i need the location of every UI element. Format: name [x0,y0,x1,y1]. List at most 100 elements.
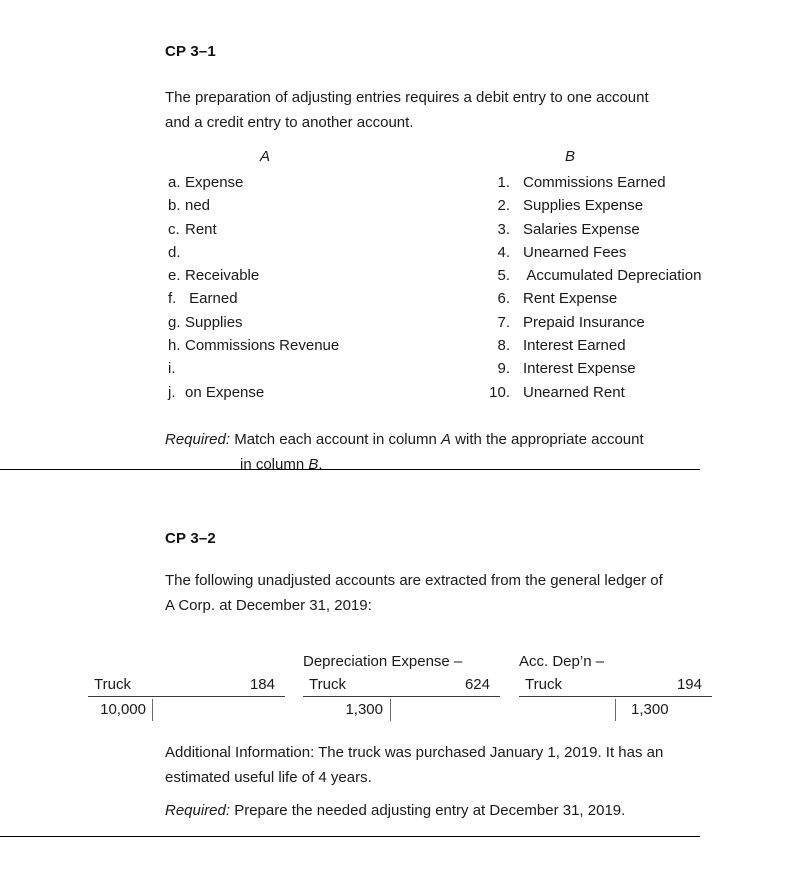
list-item: b. ned [168,194,339,217]
additional-information-cp-3-2: Additional Information: The truck was pu… [165,744,664,786]
required-note-cp-3-1: Required: Match each account in column A… [165,427,710,452]
list-item-label: Rent [185,220,217,238]
list-item: 5. Accumulated Depreciation [472,264,701,287]
list-item: 1. Commissions Earned [472,171,701,194]
t-account-header: Truck 194 [519,673,712,697]
list-item-marker: 4. [497,243,510,261]
column-b-list: 1. Commissions Earned 2. Supplies Expense … [472,171,701,404]
section-divider-2 [0,836,700,837]
column-a-header: A [260,148,271,165]
list-item: a. Expense [168,171,339,194]
list-item-label: Unearned Fees [523,243,627,261]
list-item: i. [168,357,339,380]
t-account-center-divider [152,699,153,721]
column-a-list: a. Expense b. ned c. Rent d. e. Receivable f… [168,171,339,404]
document-page: CP 3–1 The preparation of adjusting entr… [0,0,797,873]
problem-intro-cp-3-1: The preparation of adjusting entries req… [165,89,649,131]
list-item-label: Commissions Earned [523,174,666,191]
required-column-b-ref: B [308,456,319,473]
t-account-debit-amount: 1,300 [345,701,383,718]
t-account-debit-amount: 10,000 [100,701,146,718]
list-item-marker: 5. [497,267,510,285]
list-item-label: ned [185,197,211,215]
list-item: c. Rent [168,218,339,241]
t-account-accumulated-depreciation-truck: Acc. Dep’n – Truck 194 1,300 [519,650,712,723]
list-item-label: Prepaid Insurance [523,313,645,331]
list-item-marker: a. [168,174,181,191]
list-item-marker: 9. [497,360,510,378]
list-item-marker: i. [168,360,176,378]
list-item-marker: g. [168,313,181,331]
list-item: 7. Prepaid Insurance [472,311,701,334]
list-item-marker: 8. [497,337,510,355]
list-item: 2. Supplies Expense [472,194,701,217]
list-item: 6. Rent Expense [472,287,701,310]
list-item-marker: 2. [497,197,510,215]
column-b-header: B [565,148,576,165]
list-item-label: Rent Expense [523,290,618,308]
list-item-marker: e. [168,267,181,285]
required-column-a-ref: A [441,431,452,448]
required-label: Required: [165,431,231,448]
required-note-cp-3-1-line2: in column B. [240,452,323,477]
list-item-marker: 6. [497,290,510,308]
problem-intro-cp-3-2: The following unadjusted accounts are ex… [165,572,663,614]
list-item-label: Supplies Expense [523,197,644,215]
t-account-body: 10,000 [88,697,285,723]
list-item: 8. Interest Earned [472,334,701,357]
t-account-number: 194 [676,676,702,693]
list-item: 9. Interest Expense [472,357,701,380]
required-text-part1: Match each account in column [230,431,441,448]
problem-title-cp-3-2: CP 3–2 [165,530,216,547]
t-account-title: Depreciation Expense – [303,653,463,670]
list-item-label: Earned [185,290,238,308]
t-account-header: Truck 624 [303,673,500,697]
list-item: g. Supplies [168,311,339,334]
required-text-part3: in column [240,456,309,473]
list-item-label: Supplies [185,313,243,331]
list-item-label: Salaries Expense [523,220,640,238]
required-note-cp-3-2: Required: Prepare the needed adjusting e… [165,798,705,823]
t-account-body: 1,300 [303,697,500,723]
list-item-label: Unearned Rent [523,383,625,401]
t-account-center-divider [615,699,616,721]
t-account-name: Truck [309,676,346,693]
t-account-number: 624 [464,676,490,693]
list-item-label: Expense [185,174,244,191]
list-item-label: Receivable [185,267,260,285]
list-item-marker: f. [168,290,177,308]
t-account-truck: Truck 184 10,000 [88,650,285,723]
list-item-label: Commissions Revenue [185,337,340,355]
required-label: Required: [165,802,231,819]
t-account-name: Truck [525,676,562,693]
list-item: f. Earned [168,287,339,310]
required-text-part4: . [318,456,323,473]
t-account-center-divider [390,699,391,721]
list-item-label: Accumulated Depreciation [523,267,702,285]
list-item-marker: d. [168,243,181,261]
list-item-marker: 3. [497,220,510,238]
t-account-depreciation-expense-truck: Depreciation Expense – Truck 624 1,300 [303,650,500,723]
list-item-marker: c. [168,220,180,238]
list-item-marker: 10. [489,383,510,401]
list-item-marker: j. [168,383,176,401]
t-account-body: 1,300 [519,697,712,723]
list-item: j. on Expense [168,381,339,404]
required-text: Prepare the needed adjusting entry at De… [230,802,626,819]
problem-title-cp-3-1: CP 3–1 [165,43,216,60]
list-item: 4. Unearned Fees [472,241,701,264]
t-account-number: 184 [249,676,275,693]
required-text-part2: with the appropriate account [451,431,644,448]
list-item-label: Interest Earned [523,337,626,355]
t-account-header: Truck 184 [88,673,285,697]
list-item: 10. Unearned Rent [472,381,701,404]
list-item-marker: b. [168,197,181,215]
list-item-marker: 1. [497,174,510,191]
list-item-label: Interest Expense [523,360,636,378]
list-item: 3. Salaries Expense [472,218,701,241]
list-item: h. Commissions Revenue [168,334,339,357]
list-item-marker: h. [168,337,181,355]
list-item: d. [168,241,339,264]
t-account-title: Acc. Dep’n – [519,653,605,670]
section-divider-1 [0,469,700,470]
